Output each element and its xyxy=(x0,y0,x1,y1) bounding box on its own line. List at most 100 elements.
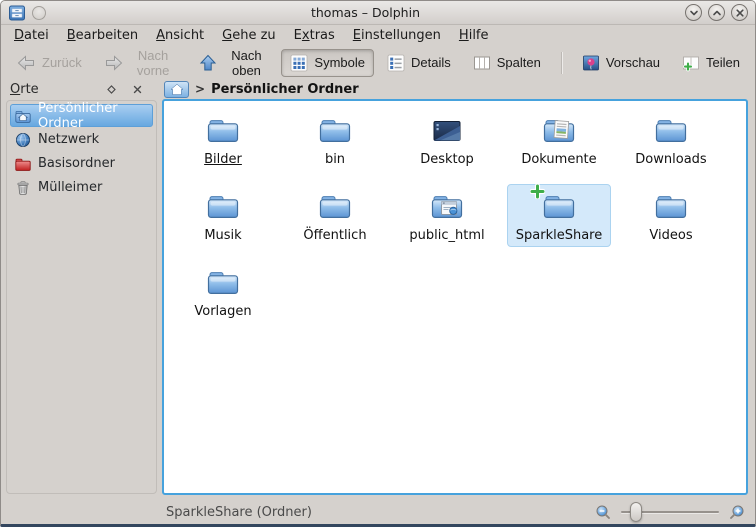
zoom-out-button[interactable] xyxy=(595,504,612,521)
arrow-left-icon xyxy=(16,53,36,73)
file-label: Öffentlich xyxy=(303,228,367,243)
file-label: Bilder xyxy=(204,152,242,167)
folder-html-icon xyxy=(429,189,465,225)
file-dokumente[interactable]: Dokumente xyxy=(503,108,615,184)
toolbar-button-label: Symbole xyxy=(314,55,365,70)
toolbar-separator xyxy=(560,51,562,74)
file-public-html[interactable]: public_html xyxy=(391,184,503,260)
sidebar-item-m-lleimer[interactable]: Mülleimer xyxy=(10,176,153,199)
folder-icon xyxy=(205,189,241,225)
columns-view-icon xyxy=(473,54,491,72)
home-icon xyxy=(169,83,184,96)
preview-icon xyxy=(582,54,600,72)
details-view-icon xyxy=(387,54,405,72)
toolbar-nach-oben-button[interactable]: Nach oben xyxy=(189,43,277,83)
toolbar-button-label: Details xyxy=(410,55,451,70)
file-videos[interactable]: Videos xyxy=(615,184,727,260)
titlebar[interactable]: thomas – Dolphin xyxy=(1,1,755,25)
icons-view-icon xyxy=(290,54,308,72)
file-cell: Downloads xyxy=(626,108,715,171)
file-vorlagen[interactable]: Vorlagen xyxy=(167,260,279,336)
folder-icon xyxy=(205,113,241,149)
window-menu-button[interactable] xyxy=(32,5,46,20)
toolbar-zur-ck-button[interactable]: Zurück xyxy=(7,48,91,78)
minimize-button[interactable] xyxy=(685,4,702,21)
file-label: Dokumente xyxy=(521,152,597,167)
file-cell: Musik xyxy=(195,184,250,247)
file-label: SparkleShare xyxy=(515,228,603,243)
toolbar-button-label: Nach oben xyxy=(231,47,262,78)
file-grid: Bilder bin Desktop Dokumente Downloads Musik Ö… xyxy=(164,101,746,336)
file-bilder[interactable]: Bilder xyxy=(167,108,279,184)
file-label: Downloads xyxy=(635,152,707,167)
panel-close-button[interactable] xyxy=(132,84,143,95)
folder-view[interactable]: Bilder bin Desktop Dokumente Downloads Musik Ö… xyxy=(162,99,748,495)
main-content: Orte Persönlicher Ordner Netzwerk Basisord… xyxy=(1,79,755,500)
arrow-up-icon xyxy=(198,53,218,73)
breadcrumb-home-button[interactable] xyxy=(164,80,189,98)
file-desktop[interactable]: Desktop xyxy=(391,108,503,184)
file-cell: Dokumente xyxy=(512,108,605,171)
file-label: Videos xyxy=(649,228,693,243)
toolbar-button-label: Zurück xyxy=(42,55,82,70)
folder-icon xyxy=(653,189,689,225)
file-label: Musik xyxy=(204,228,242,243)
file-cell: Desktop xyxy=(411,108,483,171)
zoom-in-button[interactable] xyxy=(728,504,745,521)
toolbar-teilen-button[interactable]: Teilen xyxy=(673,49,749,77)
cross-icon xyxy=(735,8,745,18)
root-folder-icon xyxy=(15,156,31,172)
file-ffentlich[interactable]: Öffentlich xyxy=(279,184,391,260)
places-panel-title: Orte xyxy=(10,81,39,97)
panel-float-button[interactable] xyxy=(106,84,117,95)
sidebar-item-label: Persönlicher Ordner xyxy=(38,100,118,131)
statusbar-text: SparkleShare (Ordner) xyxy=(166,504,312,520)
file-cell: public_html xyxy=(400,184,493,247)
toolbar-nach-vorne-button[interactable]: Nach vorne xyxy=(95,43,186,83)
network-icon xyxy=(15,132,31,148)
maximize-button[interactable] xyxy=(708,4,725,21)
folder-documents-icon xyxy=(541,113,577,149)
zoom-controls xyxy=(595,502,745,522)
dolphin-app-icon[interactable] xyxy=(8,4,26,22)
file-label: public_html xyxy=(409,228,485,243)
menu-datei[interactable]: Datei xyxy=(5,26,58,45)
breadcrumb-current[interactable]: Persönlicher Ordner xyxy=(211,82,359,97)
file-bin[interactable]: bin xyxy=(279,108,391,184)
folder-icon xyxy=(317,189,353,225)
toolbar-button-label: Spalten xyxy=(496,55,541,70)
file-downloads[interactable]: Downloads xyxy=(615,108,727,184)
user-home-icon xyxy=(15,108,31,124)
file-musik[interactable]: Musik xyxy=(167,184,279,260)
sidebar-item-label: Mülleimer xyxy=(38,180,103,195)
folder-icon xyxy=(317,113,353,149)
close-button[interactable] xyxy=(731,4,748,21)
zoom-slider[interactable] xyxy=(621,502,719,522)
statusbar: SparkleShare (Ordner) xyxy=(1,500,755,524)
file-cell: Öffentlich xyxy=(294,184,375,247)
toolbar-symbole-button[interactable]: Symbole xyxy=(281,48,374,77)
toolbar-details-button[interactable]: Details xyxy=(378,49,460,77)
sidebar-item-basisordner[interactable]: Basisordner xyxy=(10,152,153,175)
toolbar-spalten-button[interactable]: Spalten xyxy=(464,49,550,77)
file-label: Desktop xyxy=(420,152,474,167)
menu-einstellungen[interactable]: Einstellungen xyxy=(344,26,450,45)
menu-extras[interactable]: Extras xyxy=(285,26,344,45)
new-item-emblem-icon xyxy=(529,183,546,200)
file-cell: Vorlagen xyxy=(185,260,260,323)
sidebar-item-netzwerk[interactable]: Netzwerk xyxy=(10,128,153,151)
toolbar-button-label: Vorschau xyxy=(605,55,661,70)
menu-hilfe[interactable]: Hilfe xyxy=(450,26,498,45)
sidebar-item-pers-nlicher-ordner[interactable]: Persönlicher Ordner xyxy=(10,101,153,131)
toolbar-button-label: Nach vorne xyxy=(136,47,170,78)
zoom-slider-handle[interactable] xyxy=(630,502,642,522)
chevron-down-icon xyxy=(689,8,699,18)
window-controls xyxy=(685,4,748,21)
toolbar-vorschau-button[interactable]: Vorschau xyxy=(573,49,669,77)
folder-icon xyxy=(653,113,689,149)
sidebar-item-label: Basisordner xyxy=(38,156,115,171)
toolbar-button-label: Teilen xyxy=(706,55,740,70)
window-title: thomas – Dolphin xyxy=(310,5,420,20)
file-sparkleshare[interactable]: SparkleShare xyxy=(503,183,615,260)
file-cell: SparkleShare xyxy=(506,183,612,247)
